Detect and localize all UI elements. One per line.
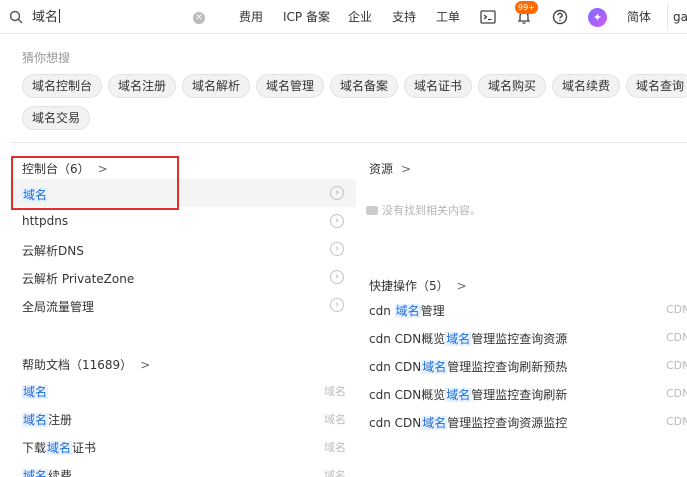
docs-title-text: 帮助文档（11689） [22,358,133,372]
quick-action-meta: CDN [666,415,687,428]
doc-item-meta: 域名 [324,441,346,454]
top-bar: 域名 ✕ 费用 ICP 备案 企业 支持 工单 99+ ✦ 简体 ga [0,0,687,34]
chevron-right-icon: > [140,358,151,372]
quick-action-item[interactable]: cdn CDN域名管理监控查询刷新预热 [369,358,567,375]
quick-action-item[interactable]: cdn 域名管理 [369,302,445,319]
quick-action-meta: CDN [666,387,687,400]
suggest-tag[interactable]: 域名解析 [182,74,251,98]
close-circle-icon[interactable]: ✕ [193,12,205,24]
console-item-label: 云解析DNS [22,244,84,258]
quick-action-item[interactable]: cdn CDN域名管理监控查询资源监控 [369,414,567,431]
search-icon [9,10,23,24]
console-item[interactable]: 全局流量管理 › [10,291,356,319]
console-item-label: httpdns [22,214,69,228]
search-input[interactable]: 域名 [32,9,61,26]
chevron-right-icon: > [456,279,467,293]
resources-empty: 没有找到相关内容。 [366,202,481,218]
suggest-tag[interactable]: 域名购买 [478,74,547,98]
nav-icp[interactable]: ICP 备案 [283,10,330,24]
arrow-right-icon: › [330,298,344,312]
resources-title[interactable]: 资源 > [369,160,411,177]
language-switch[interactable]: 简体 [627,10,651,24]
console-item[interactable]: httpdns › [10,207,356,235]
nav-ticket[interactable]: 工单 [436,10,460,24]
suggest-title: 猜你想搜 [22,51,71,65]
suggest-tag[interactable]: 域名注册 [108,74,177,98]
console-item-label: 云解析 PrivateZone [22,272,135,286]
nav-support[interactable]: 支持 [392,10,416,24]
arrow-right-icon: › [330,242,344,256]
quick-action-meta: CDN [666,303,687,316]
nav-enterprise[interactable]: 企业 [348,10,372,24]
console-item[interactable]: 云解析 PrivateZone › [10,263,356,291]
suggest-tag[interactable]: 域名证书 [404,74,473,98]
suggest-tag[interactable]: 域名查询 [626,74,687,98]
search-query: 域名 [32,10,59,25]
console-item[interactable]: 云解析DNS › [10,235,356,263]
suggest-tag[interactable]: 域名交易 [22,106,91,130]
suggest-tag[interactable]: 域名管理 [256,74,325,98]
quick-action-item[interactable]: cdn CDN概览域名管理监控查询资源 [369,330,567,347]
notification-badge: 99+ [515,1,538,14]
doc-item[interactable]: 域名续费 域名 [10,460,356,477]
doc-item-meta: 域名 [324,469,346,477]
chevron-right-icon: > [401,162,412,176]
help-circle-icon[interactable] [552,9,568,25]
suggest-tag[interactable]: 域名续费 [552,74,621,98]
doc-item[interactable]: 下载域名证书 域名 [10,432,356,460]
divider [10,142,687,143]
docs-group-title[interactable]: 帮助文档（11689） > [22,356,150,373]
quick-action-meta: CDN [666,331,687,344]
arrow-right-icon: › [330,270,344,284]
console-item-label: 全局流量管理 [22,300,95,314]
suggest-tag[interactable]: 域名控制台 [22,74,103,98]
quick-actions-title[interactable]: 快捷操作（5） > [369,277,467,294]
divider [667,4,668,30]
doc-item-meta: 域名 [324,385,346,398]
arrow-right-icon: › [330,214,344,228]
cloud-icon [366,206,378,215]
quick-action-meta: CDN [666,359,687,372]
quick-action-item[interactable]: cdn CDN概览域名管理监控查询刷新 [369,386,567,403]
ai-assistant-icon[interactable]: ✦ [588,8,607,27]
arrow-right-icon: › [330,186,344,200]
nav-billing[interactable]: 费用 [239,10,263,24]
doc-item[interactable]: 域名注册 域名 [10,404,356,432]
doc-item-meta: 域名 [324,413,346,426]
suggest-tag[interactable]: 域名备案 [330,74,399,98]
account-name[interactable]: ga [673,10,687,24]
doc-item[interactable]: 域名 域名 [10,376,356,404]
terminal-icon[interactable] [480,9,496,25]
highlight-box [11,156,179,210]
